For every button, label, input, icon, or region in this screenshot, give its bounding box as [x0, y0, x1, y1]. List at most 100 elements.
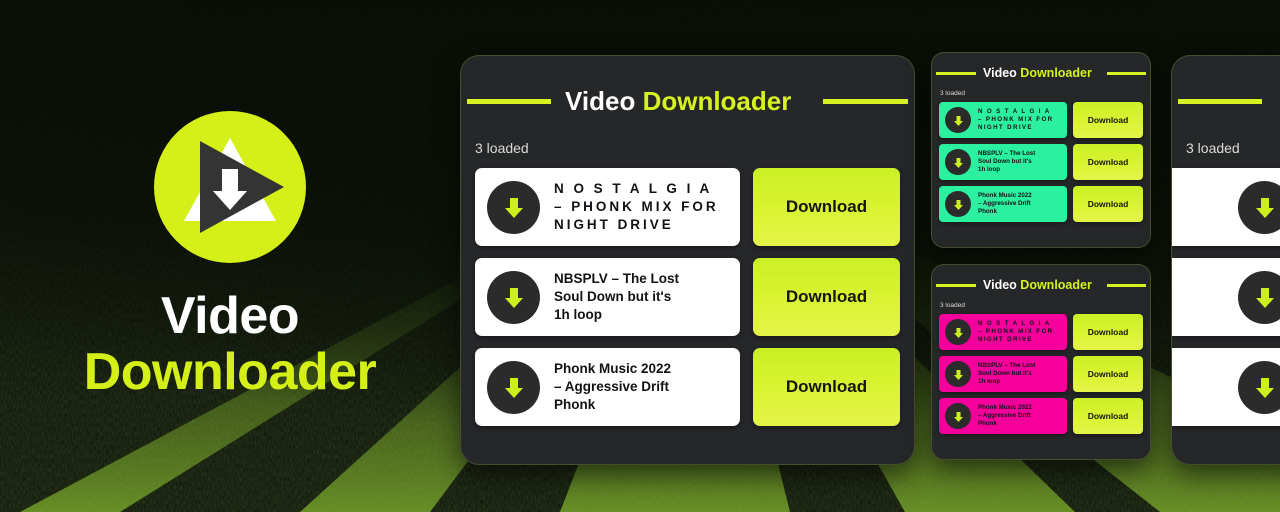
page-title: Video Downloader [84, 289, 377, 400]
list-item[interactable]: NBSPLV – The Lost Soul Down but it's 1h … [461, 258, 914, 336]
item-title-line2: – PHONK MIX FOR [978, 327, 1054, 335]
download-arrow-icon[interactable] [487, 180, 540, 234]
item-card[interactable]: NBSPLV – The Lost Soul Down but it's 1h … [939, 144, 1067, 180]
panel-partial: Video Downloader 3 loaded N O S T A L G … [1171, 55, 1280, 465]
list-item[interactable]: NBSPLV – The Lost Soul Down but it's 1h … [932, 144, 1150, 180]
list-item[interactable]: Phonk Music 2022 – Aggressive Drift Phon… [461, 348, 914, 426]
download-button[interactable]: Download [753, 348, 900, 426]
item-title: NBSPLV – The Lost Soul Down but it's 1h … [978, 150, 1035, 175]
item-title-line1: N O S T A L G I A [554, 181, 713, 197]
panel-header: Video Downloader [461, 78, 914, 124]
panel-green-theme: Video Downloader 3 loaded N O S T A L G … [931, 52, 1151, 248]
download-button[interactable]: Download [1073, 144, 1143, 180]
item-card[interactable]: NBSPLV – The Lost Soul Down but it's 1h … [475, 258, 740, 336]
item-title-line3: 1h loop [978, 166, 1000, 174]
list-item[interactable]: Phonk Music 2022 Download [1172, 348, 1280, 426]
download-arrow-icon[interactable] [1238, 180, 1280, 234]
list-item[interactable]: N O S T A L G I A – PHONK MIX FOR NIGHT … [932, 314, 1150, 350]
download-button[interactable]: Download [1073, 398, 1143, 434]
item-title: Phonk Music 2022 – Aggressive Drift Phon… [978, 404, 1032, 429]
item-title-line1: Phonk Music 2022 [978, 403, 1032, 411]
download-button[interactable]: Download [753, 168, 900, 246]
loaded-status: 3 loaded [940, 302, 965, 309]
video-download-play-logo-icon [154, 111, 306, 264]
list-item[interactable]: N O S T A L G I A – PHONK MIX FOR NIGHT … [932, 102, 1150, 138]
app-title: Video Downloader [983, 66, 1092, 80]
app-title-part2: Downloader [1020, 278, 1092, 292]
loaded-status: 3 loaded [1186, 140, 1240, 156]
download-arrow-icon[interactable] [1238, 270, 1280, 324]
app-title-part2: Downloader [1020, 66, 1092, 80]
header-bar-left [936, 283, 976, 287]
item-title-line3: Phonk [554, 396, 596, 412]
header-bar-right [823, 98, 908, 104]
list-item[interactable]: NBSPLV – The Lost Download [1172, 258, 1280, 336]
item-title-line2: Soul Down but it's [554, 289, 672, 305]
item-card[interactable]: N O S T A L G I A – PHONK MIX FOR NIGHT … [939, 102, 1067, 138]
item-card[interactable]: NBSPLV – The Lost [1172, 258, 1280, 336]
download-arrow-icon[interactable] [945, 319, 971, 345]
item-card[interactable]: N O S T A L G I A [1172, 168, 1280, 246]
download-list: N O S T A L G I A – PHONK MIX FOR NIGHT … [932, 314, 1150, 434]
item-title-line3: NIGHT DRIVE [978, 124, 1033, 132]
app-title-part1: Video [565, 85, 636, 116]
item-title-line2: – Aggressive Drift [978, 199, 1031, 207]
item-title-line3: Phonk [978, 420, 997, 428]
item-card[interactable]: Phonk Music 2022 – Aggressive Drift Phon… [939, 186, 1067, 222]
item-title-line1: NBSPLV – The Lost [978, 361, 1036, 369]
list-item[interactable]: NBSPLV – The Lost Soul Down but it's 1h … [932, 356, 1150, 392]
brand-title-line1: Video [160, 287, 300, 346]
item-title: NBSPLV – The Lost Soul Down but it's 1h … [978, 362, 1035, 387]
download-arrow-icon[interactable] [945, 149, 971, 175]
download-arrow-icon[interactable] [945, 361, 971, 387]
item-title-line2: – PHONK MIX FOR [978, 115, 1054, 123]
download-arrow-icon[interactable] [1238, 360, 1280, 414]
item-title-line1: N O S T A L G I A [978, 107, 1051, 115]
panel-header: Video Downloader [932, 63, 1150, 83]
item-title-line3: NIGHT DRIVE [978, 336, 1033, 344]
item-title: Phonk Music 2022 – Aggressive Drift Phon… [554, 360, 671, 413]
download-button[interactable]: Download [1073, 102, 1143, 138]
download-arrow-icon[interactable] [945, 107, 971, 133]
download-list: N O S T A L G I A – PHONK MIX FOR NIGHT … [461, 168, 914, 426]
panel-header: Video Downloader [1172, 78, 1280, 124]
item-card[interactable]: N O S T A L G I A – PHONK MIX FOR NIGHT … [475, 168, 740, 246]
list-item[interactable]: N O S T A L G I A Download [1172, 168, 1280, 246]
download-button[interactable]: Download [1073, 186, 1143, 222]
item-title: N O S T A L G I A – PHONK MIX FOR NIGHT … [978, 320, 1053, 345]
app-title: Video Downloader [983, 278, 1092, 292]
download-arrow-icon[interactable] [487, 270, 540, 324]
header-bar-left [1178, 98, 1262, 104]
item-title: N O S T A L G I A – PHONK MIX FOR NIGHT … [554, 180, 719, 233]
download-arrow-icon[interactable] [487, 360, 540, 414]
item-title-line3: 1h loop [554, 306, 602, 322]
app-title-part1: Video [983, 278, 1017, 292]
loaded-status: 3 loaded [940, 90, 965, 97]
item-title-line2: Soul Down but it's [978, 157, 1032, 165]
item-card[interactable]: Phonk Music 2022 – Aggressive Drift Phon… [939, 398, 1067, 434]
list-item[interactable]: Phonk Music 2022 – Aggressive Drift Phon… [932, 398, 1150, 434]
panel-magenta-theme: Video Downloader 3 loaded N O S T A L G … [931, 264, 1151, 460]
item-title-line1: Phonk Music 2022 [978, 191, 1032, 199]
item-card[interactable]: NBSPLV – The Lost Soul Down but it's 1h … [939, 356, 1067, 392]
download-button[interactable]: Download [753, 258, 900, 336]
list-item[interactable]: N O S T A L G I A – PHONK MIX FOR NIGHT … [461, 168, 914, 246]
item-title-line1: NBSPLV – The Lost [978, 149, 1036, 157]
header-bar-right [1106, 71, 1146, 75]
item-title-line2: – Aggressive Drift [554, 379, 670, 395]
list-item[interactable]: Phonk Music 2022 – Aggressive Drift Phon… [932, 186, 1150, 222]
item-title-line1: Phonk Music 2022 [554, 361, 672, 377]
download-button[interactable]: Download [1073, 356, 1143, 392]
item-card[interactable]: Phonk Music 2022 – Aggressive Drift Phon… [475, 348, 740, 426]
item-title-line2: – PHONK MIX FOR [554, 199, 719, 215]
app-title: Video Downloader [565, 86, 791, 117]
item-title: Phonk Music 2022 – Aggressive Drift Phon… [978, 192, 1032, 217]
item-card[interactable]: Phonk Music 2022 [1172, 348, 1280, 426]
item-card[interactable]: N O S T A L G I A – PHONK MIX FOR NIGHT … [939, 314, 1067, 350]
panel-header: Video Downloader [932, 275, 1150, 295]
app-title-part1: Video [983, 66, 1017, 80]
item-title-line1: N O S T A L G I A [978, 319, 1051, 327]
download-arrow-icon[interactable] [945, 191, 971, 217]
download-arrow-icon[interactable] [945, 403, 971, 429]
download-button[interactable]: Download [1073, 314, 1143, 350]
